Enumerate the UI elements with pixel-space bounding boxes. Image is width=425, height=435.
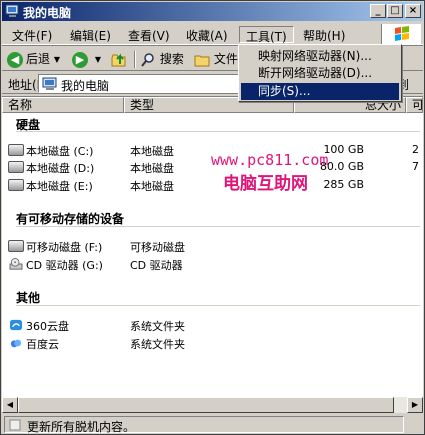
column-header-name[interactable]: 名称	[2, 97, 124, 113]
group-divider	[16, 131, 420, 132]
menu-view[interactable]: 查看(V)	[122, 26, 176, 43]
item-type: 系统文件夹	[130, 338, 185, 351]
group-divider	[16, 226, 420, 227]
forward-dropdown-icon[interactable]: ▼	[95, 50, 101, 70]
hard-disk-icon	[8, 179, 24, 191]
toolbar-separator	[134, 51, 136, 68]
group-divider	[16, 305, 420, 306]
hard-disk-icon	[8, 161, 24, 173]
item-type: 本地磁盘	[130, 180, 174, 193]
tools-menu-dropdown: 映射网络驱动器(N)... 断开网络驱动器(D)... 同步(S)...	[238, 44, 402, 102]
list-item[interactable]: CD 驱动器 (G:) CD 驱动器	[6, 256, 423, 272]
group-other: 其他	[16, 291, 41, 305]
windows-logo-icon	[381, 24, 421, 44]
folders-button[interactable]: 文件	[194, 49, 238, 70]
item-type: 系统文件夹	[130, 320, 185, 333]
watermark-text: 电脑互助网	[223, 174, 308, 194]
back-arrow-icon: ◀	[7, 51, 23, 68]
menu-item-map-network-drive[interactable]: 映射网络驱动器(N)...	[241, 48, 399, 65]
menu-edit[interactable]: 编辑(E)	[64, 26, 117, 43]
search-label: 搜索	[159, 52, 184, 66]
list-item[interactable]: 本地磁盘 (E:) 本地磁盘 285 GB	[6, 177, 423, 193]
back-dropdown-icon[interactable]: ▼	[54, 50, 60, 70]
menu-help[interactable]: 帮助(H)	[297, 26, 351, 43]
up-folder-button[interactable]	[110, 49, 128, 70]
horizontal-scrollbar[interactable]: ◀ ▶	[2, 397, 423, 413]
close-button[interactable]: ×	[405, 4, 421, 18]
maximize-button[interactable]: □	[387, 4, 403, 18]
list-item[interactable]: 可移动磁盘 (F:) 可移动磁盘	[6, 238, 423, 254]
my-computer-icon	[5, 4, 19, 17]
status-icon	[9, 419, 21, 431]
status-bar: 更新所有脱机内容。	[2, 414, 423, 434]
baidu-cloud-icon	[10, 339, 22, 348]
back-button[interactable]: ◀ 后退 ▼	[7, 49, 60, 70]
scroll-thumb[interactable]	[18, 397, 394, 413]
cd-drive-icon	[9, 258, 23, 270]
minimize-button[interactable]: _	[370, 4, 386, 18]
item-name: 360云盘	[26, 320, 69, 333]
column-header-free[interactable]: 可	[406, 97, 423, 113]
menu-item-synchronize[interactable]: 同步(S)...	[241, 83, 399, 100]
hard-disk-icon	[8, 144, 24, 156]
title-bar[interactable]: 我的电脑 _ □ ×	[2, 2, 423, 21]
search-button[interactable]: 搜索	[140, 49, 184, 70]
menu-tools[interactable]: 工具(T)	[239, 26, 294, 44]
back-label: 后退	[26, 52, 51, 66]
menu-item-disconnect-network-drive[interactable]: 断开网络驱动器(D)...	[241, 65, 399, 82]
item-free-space: 2	[412, 143, 419, 156]
360-cloud-icon	[10, 319, 22, 331]
window-title: 我的电脑	[23, 6, 72, 20]
menu-bar: 文件(F) 编辑(E) 查看(V) 收藏(A) 工具(T) 帮助(H)	[2, 23, 423, 45]
item-name: 本地磁盘 (C:)	[26, 145, 94, 158]
item-name: 本地磁盘 (D:)	[26, 162, 95, 175]
removable-disk-icon	[8, 240, 24, 252]
item-type: 可移动磁盘	[130, 241, 185, 254]
item-type: 本地磁盘	[130, 145, 174, 158]
group-removable: 有可移动存储的设备	[16, 212, 125, 226]
item-name: 本地磁盘 (E:)	[26, 180, 93, 193]
folder-icon	[194, 55, 210, 66]
list-item[interactable]: 百度云 系统文件夹	[6, 335, 423, 351]
search-icon	[141, 52, 154, 67]
list-item[interactable]: 360云盘 系统文件夹	[6, 317, 423, 333]
item-name: 可移动磁盘 (F:)	[26, 241, 103, 254]
file-list: 名称 类型 总大小 可 硬盘 本地磁盘 (C:) 本地磁盘 100 GB 2 本…	[2, 96, 423, 397]
address-value: 我的电脑	[61, 79, 110, 93]
item-name: CD 驱动器 (G:)	[26, 259, 103, 272]
menu-favorites[interactable]: 收藏(A)	[180, 26, 234, 43]
item-type: 本地磁盘	[130, 162, 174, 175]
scroll-right-icon[interactable]: ▶	[407, 397, 423, 413]
scroll-left-icon[interactable]: ◀	[2, 397, 18, 413]
folders-label: 文件	[213, 52, 238, 66]
computer-icon	[42, 77, 57, 90]
watermark-url: www.pc811.com	[211, 151, 329, 169]
item-free-space: 7	[412, 160, 419, 173]
menu-file[interactable]: 文件(F)	[6, 26, 58, 43]
status-text: 更新所有脱机内容。	[27, 420, 136, 434]
item-type: CD 驱动器	[130, 259, 183, 272]
status-panel: 更新所有脱机内容。	[4, 416, 404, 434]
forward-button[interactable]: ▶ ▼	[72, 49, 101, 70]
item-name: 百度云	[26, 338, 59, 351]
up-folder-icon	[111, 53, 126, 66]
explorer-window: 我的电脑 _ □ × 文件(F) 编辑(E) 查看(V) 收藏(A) 工具(T)…	[0, 0, 425, 435]
forward-arrow-icon: ▶	[72, 51, 88, 68]
